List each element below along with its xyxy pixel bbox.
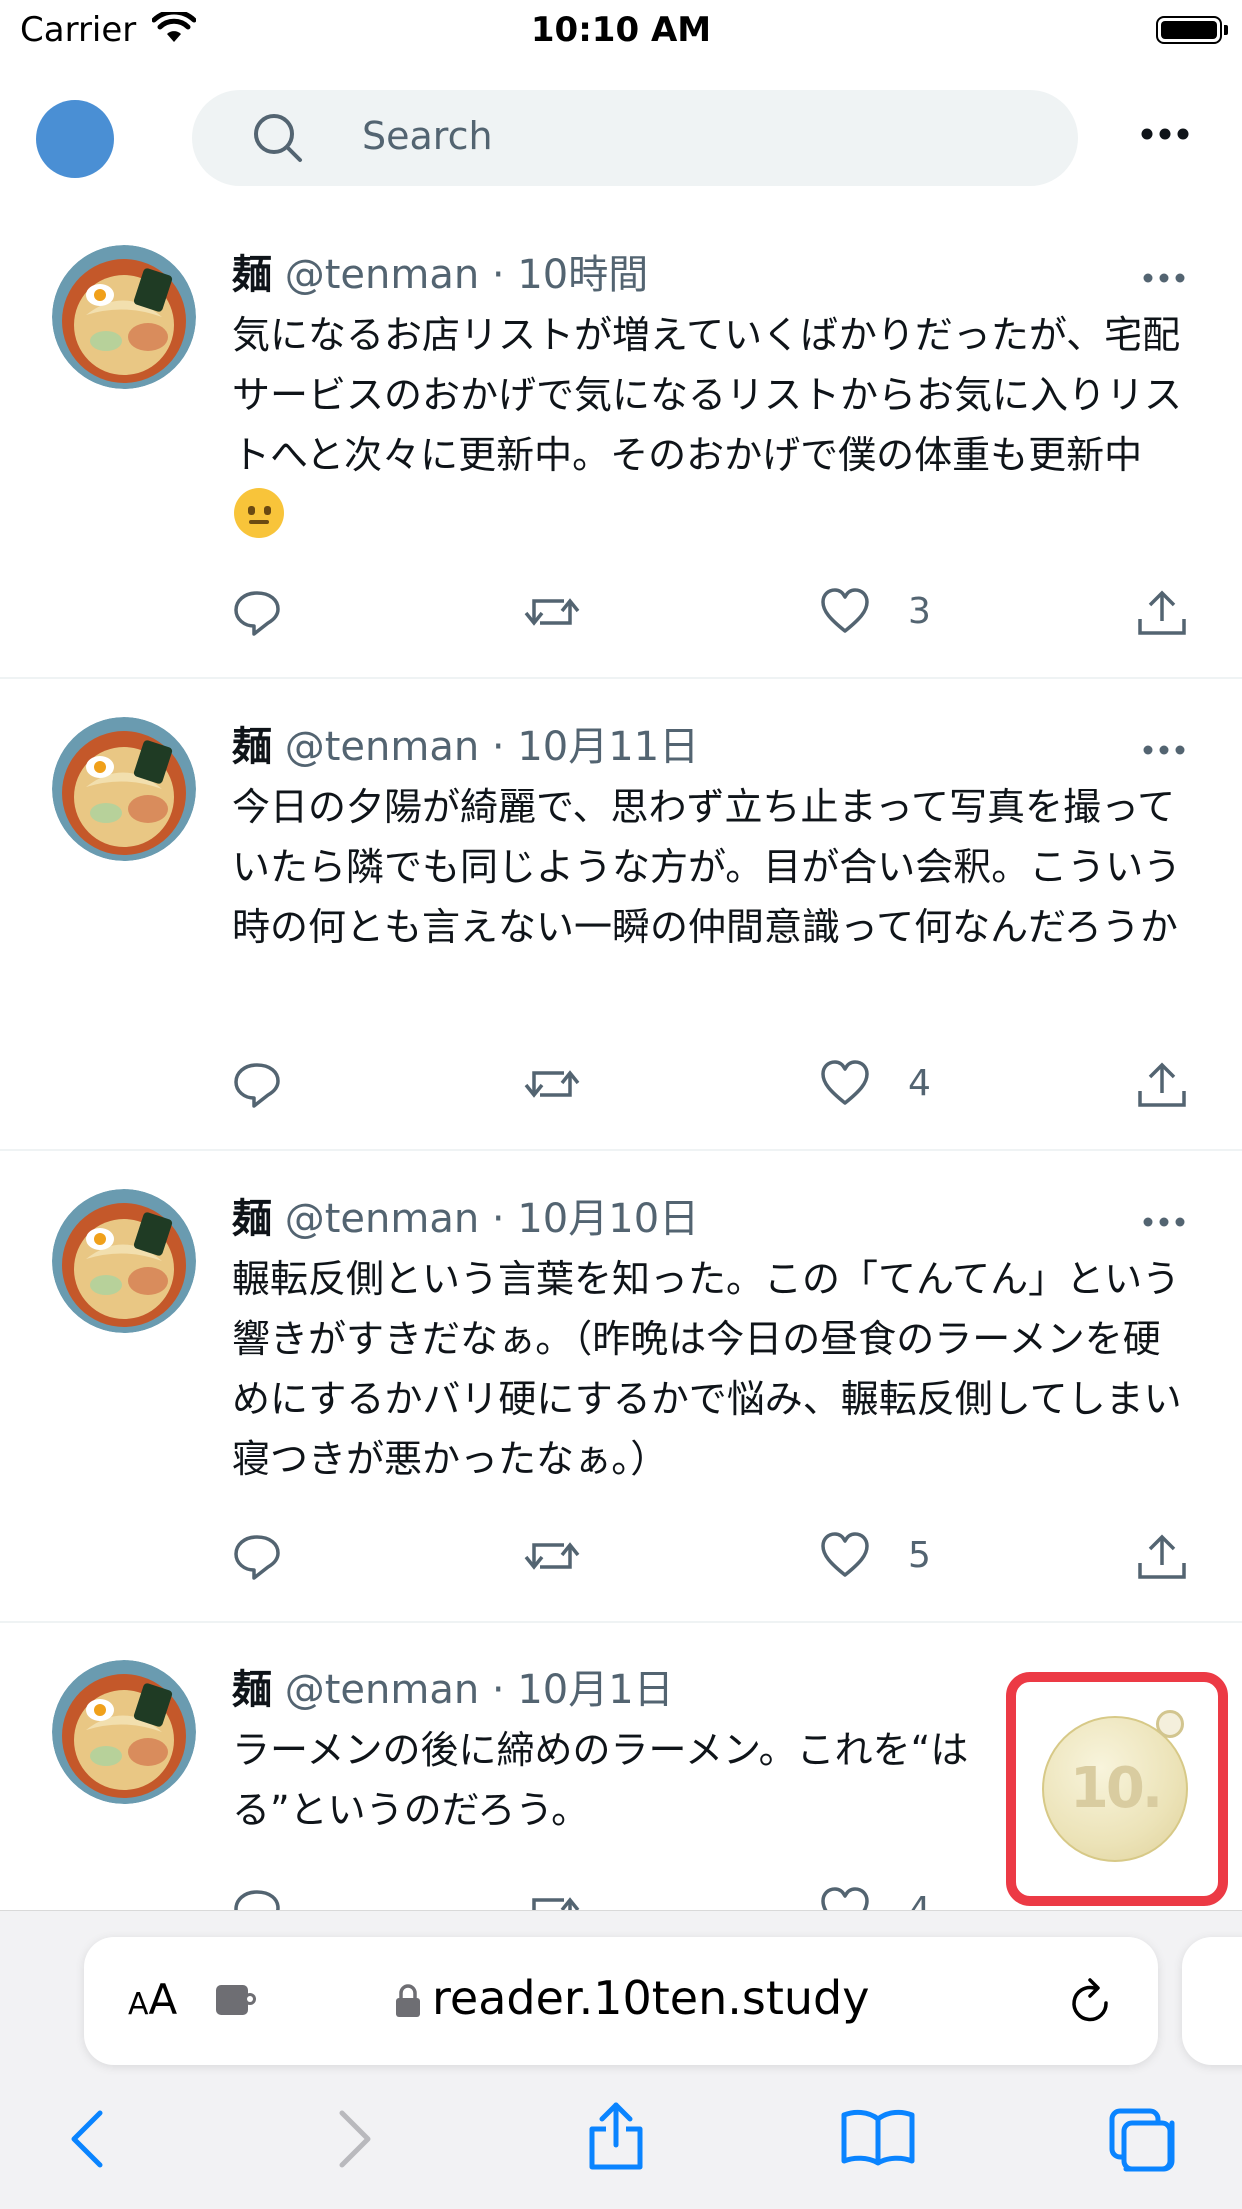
10ten-logo-icon: 10.: [1042, 1716, 1188, 1862]
share-icon[interactable]: [1136, 1059, 1188, 1115]
reply-icon[interactable]: [232, 1886, 282, 1910]
tweet-time[interactable]: 10時間: [517, 252, 648, 298]
tweet-actions: 4: [232, 1059, 1192, 1115]
like-icon[interactable]: [820, 587, 870, 639]
battery-icon: [1156, 16, 1222, 44]
tweet-header: 麺 @tenman · 10月11日: [232, 717, 699, 777]
like-count: 4: [908, 1890, 931, 1910]
reply-icon[interactable]: [232, 1531, 282, 1585]
like-icon[interactable]: [820, 1059, 870, 1111]
tweet-separator: ·: [479, 724, 518, 770]
search-icon: [252, 112, 304, 168]
battery-cap: [1224, 25, 1228, 35]
tweet[interactable]: 麺 @tenman · 10時間 気になるお店リストが増えていくばかりだったが、…: [0, 245, 1242, 679]
tweet-avatar[interactable]: [52, 1189, 196, 1333]
10ten-extension-button[interactable]: 10.: [1006, 1672, 1228, 1906]
tweet-more-icon[interactable]: [1142, 1213, 1186, 1232]
like-icon[interactable]: [820, 1531, 870, 1583]
tweet-more-icon[interactable]: [1142, 741, 1186, 760]
tweet-separator: ·: [479, 1667, 518, 1713]
profile-avatar[interactable]: [36, 100, 114, 178]
like-count: 3: [908, 591, 931, 632]
tweet-author-name[interactable]: 麺: [232, 1196, 272, 1242]
next-tab-preview[interactable]: [1182, 1937, 1242, 2065]
more-icon[interactable]: [1140, 126, 1190, 145]
forward-icon[interactable]: [334, 2107, 376, 2175]
share-icon[interactable]: [1136, 1531, 1188, 1587]
page-settings-button[interactable]: AA: [128, 1975, 177, 2024]
tweet[interactable]: 麺 @tenman · 10月10日 輾転反側という言葉を知った。この「てんてん…: [0, 1189, 1242, 1623]
retweet-icon[interactable]: [524, 1531, 580, 1585]
tweet-author-name[interactable]: 麺: [232, 252, 272, 298]
tweet-avatar[interactable]: [52, 1660, 196, 1804]
tabs-icon[interactable]: [1108, 2107, 1176, 2177]
browser-toolbar: AA reader.10ten.study: [0, 1910, 1242, 2209]
reply-icon[interactable]: [232, 587, 282, 641]
tweet-text: 輾転反側という言葉を知った。この「てんてん」という響きがすきだなぁ。（昨晩は今日…: [232, 1257, 1182, 1481]
extension-knob: [1156, 1710, 1184, 1738]
tweet-time[interactable]: 10月11日: [517, 724, 699, 770]
tweet-time[interactable]: 10月1日: [517, 1667, 673, 1713]
back-icon[interactable]: [66, 2107, 108, 2175]
share-sheet-icon[interactable]: [586, 2101, 646, 2175]
address-bar[interactable]: AA reader.10ten.study: [84, 1937, 1158, 2065]
status-bar: Carrier 10:10 AM: [0, 0, 1242, 61]
app-bar: Search: [0, 60, 1242, 215]
tweet-author-name[interactable]: 麺: [232, 724, 272, 770]
like-count: 5: [908, 1535, 931, 1576]
like-count: 4: [908, 1063, 931, 1104]
tweet-avatar[interactable]: [52, 245, 196, 389]
tweet-more-icon[interactable]: [1142, 269, 1186, 288]
status-time: 10:10 AM: [530, 10, 712, 50]
tweet-actions: 5: [232, 1531, 1192, 1587]
aa-small-label: A: [128, 1987, 149, 2022]
tweet-author-name[interactable]: 麺: [232, 1667, 272, 1713]
tweet-actions: 3: [232, 587, 1192, 643]
like-icon[interactable]: [820, 1886, 870, 1910]
tweet-handle: @tenman: [284, 1196, 480, 1242]
retweet-icon[interactable]: [524, 587, 580, 641]
tweet-header: 麺 @tenman · 10時間: [232, 245, 648, 305]
tweet-time[interactable]: 10月10日: [517, 1196, 699, 1242]
lock-icon: [394, 1983, 422, 2023]
tweet-text-content: 気になるお店リストが増えていくばかりだったが、宅配サービスのおかげで気になるリス…: [232, 313, 1183, 477]
retweet-icon[interactable]: [524, 1886, 580, 1910]
tweet-separator: ·: [479, 252, 518, 298]
share-icon[interactable]: [1136, 587, 1188, 643]
tweet-header: 麺 @tenman · 10月1日: [232, 1660, 674, 1720]
extension-puzzle-icon[interactable]: [214, 1979, 262, 2023]
retweet-icon[interactable]: [524, 1059, 580, 1113]
url-text[interactable]: reader.10ten.study: [432, 1971, 869, 2025]
search-placeholder: Search: [362, 114, 493, 158]
aa-big-label: A: [148, 1975, 178, 2024]
tweet[interactable]: 麺 @tenman · 10月11日 今日の夕陽が綺麗で、思わず立ち止まって写真…: [0, 717, 1242, 1151]
tweet-avatar[interactable]: [52, 717, 196, 861]
tweet-handle: @tenman: [284, 252, 480, 298]
tweet-text: 気になるお店リストが増えていくばかりだったが、宅配サービスのおかげで気になるリス…: [232, 305, 1187, 545]
tweet-handle: @tenman: [284, 1667, 480, 1713]
tweet-separator: ·: [479, 1196, 518, 1242]
neutral-face-emoji-icon: [234, 488, 284, 538]
reply-icon[interactable]: [232, 1059, 282, 1113]
tweet-handle: @tenman: [284, 724, 480, 770]
reload-icon[interactable]: [1066, 1975, 1116, 2033]
bookmarks-icon[interactable]: [840, 2107, 916, 2171]
search-input[interactable]: Search: [192, 90, 1078, 186]
tweet-header: 麺 @tenman · 10月10日: [232, 1189, 699, 1249]
tweet-text: 今日の夕陽が綺麗で、思わず立ち止まって写真を撮っていたら隣でも同じような方が。目…: [232, 785, 1182, 949]
